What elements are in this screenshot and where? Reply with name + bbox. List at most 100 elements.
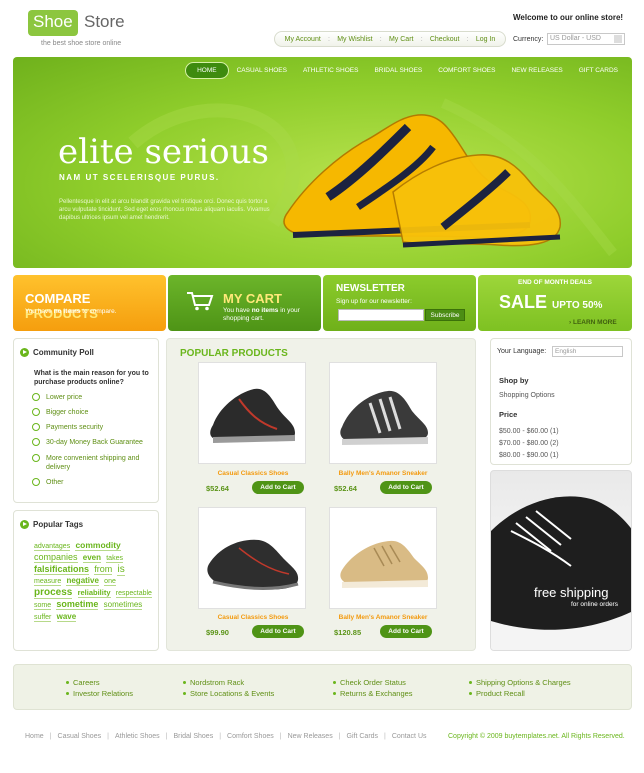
add-to-cart-button[interactable]: Add to Cart [380,625,432,638]
radio-icon[interactable] [32,438,40,446]
poll-option-label: Other [46,479,64,486]
add-to-cart-button[interactable]: Add to Cart [252,481,304,494]
nav-bridal-shoes[interactable]: BRIDAL SHOES [366,67,430,74]
nav-athletic-shoes[interactable]: ATHLETIC SHOES [295,67,367,74]
newsletter-email-input[interactable] [338,309,424,321]
cart-title: MY CART [223,291,282,306]
price-filter-link[interactable]: $80.00 - $90.00 (1) [499,452,559,459]
learn-more-link[interactable]: › LEARN MORE [569,319,617,326]
bullet-icon [333,692,336,695]
product-image[interactable] [329,507,437,609]
tag-link[interactable]: from [94,564,113,575]
tag-link[interactable]: is [117,564,125,576]
checkout-link[interactable]: Checkout [430,36,460,43]
price-filter-link[interactable]: $70.00 - $80.00 (2) [499,440,559,447]
tag-link[interactable]: advantages [34,543,71,551]
radio-icon[interactable] [32,478,40,486]
footer-link[interactable]: Careers [66,678,100,687]
tag-link[interactable]: takes [106,555,123,563]
radio-icon[interactable] [32,423,40,431]
tag-link[interactable]: sometimes [103,600,143,610]
tag-link[interactable]: one [104,578,116,586]
popular-tags-box: Popular Tags advantages commodity compan… [13,510,159,651]
footer-link[interactable]: Product Recall [469,689,525,698]
bottom-nav-bridal-shoes[interactable]: Bridal Shoes [168,733,220,740]
bottom-nav-new-releases[interactable]: New Releases [282,733,339,740]
login-link[interactable]: Log In [476,36,495,43]
product-image[interactable] [329,362,437,464]
radio-icon[interactable] [32,408,40,416]
athletic-sneaker-image [340,390,428,445]
banner-subtitle: NAM UT SCELERISQUE PURUS. [59,173,220,182]
sale-title: SALE UPTO 50% [499,292,602,313]
poll-option[interactable]: Bigger choice [32,408,157,417]
nav-gift-cards[interactable]: GIFT CARDS [571,67,626,74]
tag-link[interactable]: respectable [115,590,152,598]
product-name[interactable]: Casual Classics Shoes [188,614,318,621]
tag-link[interactable]: process [34,587,73,599]
bottom-nav-home[interactable]: Home [19,733,50,740]
tag-link[interactable]: wave [56,612,77,622]
cart-sub-bold: no items [251,307,279,314]
tag-link[interactable]: companies [34,552,78,563]
free-shipping-banner[interactable]: free shipping for online orders [490,470,632,651]
tag-link[interactable]: reliability [77,588,111,598]
poll-heading: Community Poll [20,348,94,357]
my-account-link[interactable]: My Account [285,36,321,43]
poll-option[interactable]: 30-day Money Back Guarantee [32,438,157,447]
footer-link[interactable]: Store Locations & Events [183,689,274,698]
tag-link[interactable]: commodity [75,540,121,551]
nav-comfort-shoes[interactable]: COMFORT SHOES [430,67,503,74]
sale-panel[interactable]: END OF MONTH DEALS SALE UPTO 50% › LEARN… [478,275,632,331]
nav-new-releases[interactable]: NEW RELEASES [503,67,570,74]
separator: : [466,35,469,43]
logo-shoe-text[interactable]: Shoe [33,12,73,32]
footer-link[interactable]: Investor Relations [66,689,133,698]
product-name[interactable]: Bally Men's Amanor Sneaker [318,614,448,621]
compare-products-panel[interactable]: COMPARE PRODUCTS You have no items to co… [13,275,166,331]
price-filter-link[interactable]: $50.00 - $60.00 (1) [499,428,559,435]
popular-products-panel: POPULAR PRODUCTS Casual Classics Shoes $… [166,338,476,651]
footer-link[interactable]: Shipping Options & Charges [469,678,571,687]
logo-store-text[interactable]: Store [84,12,125,32]
bottom-nav-comfort-shoes[interactable]: Comfort Shoes [221,733,280,740]
product-name[interactable]: Casual Classics Shoes [188,470,318,477]
my-cart-panel[interactable]: MY CART You have no items in your shoppi… [168,275,321,331]
my-wishlist-link[interactable]: My Wishlist [337,36,372,43]
language-select[interactable]: English [552,346,623,357]
nav-home[interactable]: HOME [185,61,229,79]
poll-option[interactable]: Other [32,478,157,487]
product-image[interactable] [198,507,306,609]
radio-icon[interactable] [32,393,40,401]
poll-option[interactable]: More convenient shipping and delivery [32,454,157,472]
tag-link[interactable]: falsifications [34,564,90,575]
bottom-nav-casual-shoes[interactable]: Casual Shoes [52,733,108,740]
bottom-nav-athletic-shoes[interactable]: Athletic Shoes [109,733,166,740]
free-shipping-subtitle: for online orders [571,601,618,608]
bottom-nav-contact-us[interactable]: Contact Us [386,733,433,740]
radio-icon[interactable] [32,454,40,462]
tag-link[interactable]: measure [34,578,62,586]
tag-link[interactable]: even [82,553,101,563]
add-to-cart-button[interactable]: Add to Cart [252,625,304,638]
newsletter-panel: NEWSLETTER Sign up for our newsletter: S… [323,275,476,331]
poll-option[interactable]: Payments security [32,423,157,432]
poll-option[interactable]: Lower price [32,393,157,402]
product-name[interactable]: Bally Men's Amanor Sneaker [318,470,448,477]
tag-link[interactable]: negative [66,576,99,586]
my-cart-link[interactable]: My Cart [389,36,414,43]
tag-link[interactable]: some [34,602,52,610]
nav-casual-shoes[interactable]: CASUAL SHOES [229,67,295,74]
product-image[interactable] [198,362,306,464]
footer-link[interactable]: Check Order Status [333,678,406,687]
footer-link[interactable]: Nordstrom Rack [183,678,244,687]
tag-link[interactable]: sometime [56,599,99,610]
bottom-nav-gift-cards[interactable]: Gift Cards [341,733,385,740]
currency-select[interactable]: US Dollar - USD [547,33,625,45]
add-to-cart-button[interactable]: Add to Cart [380,481,432,494]
poll-title: Community Poll [33,348,94,357]
tag-link[interactable]: suffer [34,614,52,622]
cart-main: CART [245,291,282,306]
footer-link[interactable]: Returns & Exchanges [333,689,413,698]
subscribe-button[interactable]: Subscribe [425,309,465,321]
